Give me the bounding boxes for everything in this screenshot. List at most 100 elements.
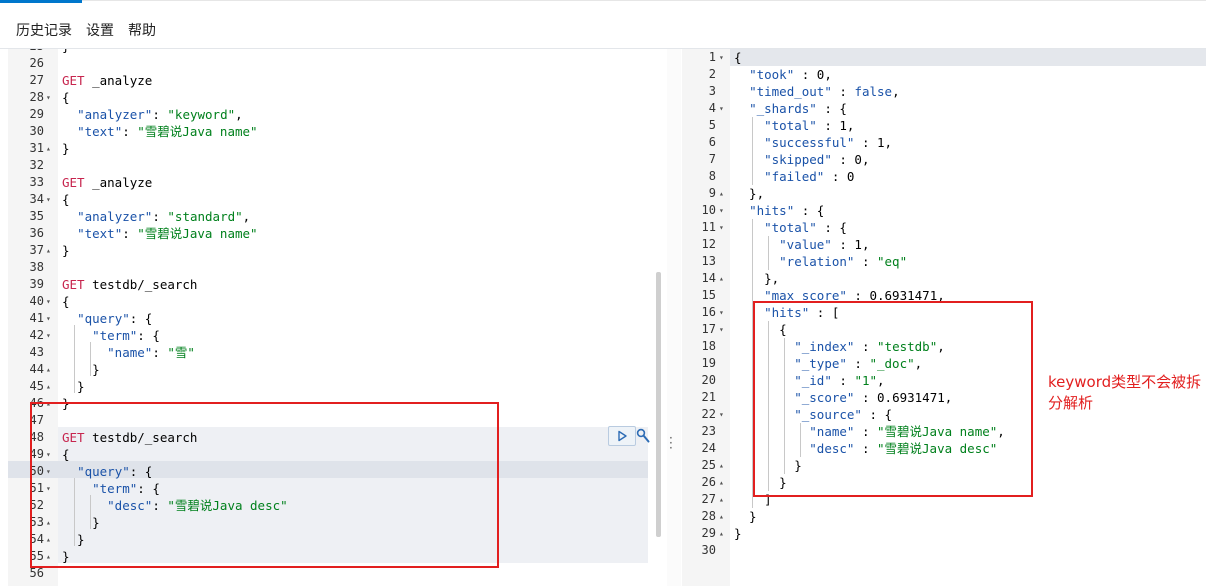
line-number: 44 (29, 362, 44, 376)
code-text: "term": { (92, 328, 160, 343)
indent-guide (74, 325, 75, 393)
response-line: 10 ▾ "hits" : { (682, 202, 1206, 219)
code-text: "skipped" : 0, (764, 152, 870, 167)
line-number: 13 (701, 254, 716, 268)
request-line: 32 (0, 157, 666, 174)
line-number: 11 (701, 220, 716, 234)
line-number: 22 (701, 407, 716, 421)
request-line: 27 GET _analyze (0, 72, 666, 89)
fold-close-icon[interactable]: ▴ (719, 491, 724, 508)
fold-close-icon[interactable]: ▴ (46, 378, 51, 395)
line-number: 34 (29, 192, 44, 206)
fold-close-icon[interactable]: ▴ (719, 185, 724, 202)
fold-open-icon[interactable]: ▾ (46, 327, 51, 344)
top-toolbar: 历史记录 设置 帮助 (0, 0, 1206, 49)
code-text: "analyzer": "standard", (77, 209, 251, 224)
code-text: GET _analyze (62, 175, 153, 190)
line-number: 4 (708, 101, 716, 115)
fold-open-icon[interactable]: ▾ (719, 321, 724, 338)
code-text: { (62, 294, 70, 309)
line-number: 20 (701, 373, 716, 387)
request-line: 33 GET _analyze (0, 174, 666, 191)
fold-open-icon[interactable]: ▾ (719, 100, 724, 117)
fold-close-icon[interactable]: ▴ (719, 525, 724, 542)
line-number: 31 (29, 141, 44, 155)
line-number: 26 (701, 475, 716, 489)
line-number: 17 (701, 322, 716, 336)
line-number: 8 (708, 169, 716, 183)
line-number: 23 (701, 424, 716, 438)
line-number: 25 (701, 458, 716, 472)
code-text: "analyzer": "keyword", (77, 107, 243, 122)
fold-close-icon[interactable]: ▴ (46, 242, 51, 259)
line-number: 38 (29, 260, 44, 274)
request-line: 38 (0, 259, 666, 276)
response-line: 28 ▴ } (682, 508, 1206, 525)
line-number: 21 (701, 390, 716, 404)
line-number: 30 (701, 543, 716, 557)
line-number: 32 (29, 158, 44, 172)
run-request-button[interactable] (608, 426, 636, 446)
response-line: 3 "timed_out" : false, (682, 83, 1206, 100)
response-line: 13 "relation" : "eq" (682, 253, 1206, 270)
code-text: GET _analyze (62, 73, 153, 88)
fold-open-icon[interactable]: ▾ (46, 191, 51, 208)
line-number: 41 (29, 311, 44, 325)
menu-settings[interactable]: 设置 (86, 20, 114, 40)
code-text: } (62, 141, 70, 156)
fold-open-icon[interactable]: ▾ (719, 202, 724, 219)
fold-open-icon[interactable]: ▾ (719, 219, 724, 236)
fold-open-icon[interactable]: ▾ (719, 304, 724, 321)
line-number: 10 (701, 203, 716, 217)
code-text: "took" : 0, (749, 67, 832, 82)
line-number: 35 (29, 209, 44, 223)
request-line: 44 ▴ } (0, 361, 666, 378)
active-tab-indicator (0, 0, 82, 3)
indent-guide (768, 236, 769, 270)
play-icon (618, 430, 627, 442)
code-text: "query": { (77, 311, 153, 326)
line-number: 27 (701, 492, 716, 506)
line-number: 39 (29, 277, 44, 291)
editor-scrollbar[interactable] (656, 272, 661, 537)
request-line: 39 GET testdb/_search (0, 276, 666, 293)
code-text: "text": "雪碧说Java name" (77, 226, 258, 241)
fold-open-icon[interactable]: ▾ (46, 310, 51, 327)
line-number: 28 (29, 90, 44, 104)
fold-close-icon[interactable]: ▴ (719, 457, 724, 474)
line-number: 3 (708, 84, 716, 98)
indent-guide (90, 342, 91, 376)
menu-help[interactable]: 帮助 (128, 20, 156, 40)
pane-resizer[interactable] (667, 49, 681, 586)
response-line: 29 ▴} (682, 525, 1206, 542)
line-number: 9 (708, 186, 716, 200)
request-line: 31 ▴} (0, 140, 666, 157)
fold-close-icon[interactable]: ▴ (46, 361, 51, 378)
fold-open-icon[interactable]: ▾ (719, 406, 724, 423)
code-text: "relation" : "eq" (779, 254, 908, 269)
line-number: 12 (701, 237, 716, 251)
response-line: 11 ▾ "total" : { (682, 219, 1206, 236)
fold-close-icon[interactable]: ▴ (719, 508, 724, 525)
vertical-dots-icon[interactable]: · · · (669, 432, 673, 454)
line-number: 2 (708, 67, 716, 81)
fold-close-icon[interactable]: ▴ (719, 270, 724, 287)
code-text: } (734, 526, 742, 541)
fold-close-icon[interactable]: ▴ (719, 474, 724, 491)
toolbar-border (82, 0, 1206, 1)
code-text: } (734, 509, 757, 524)
line-number: 28 (701, 509, 716, 523)
menu-history[interactable]: 历史记录 (16, 20, 72, 40)
code-text: "hits" : { (749, 203, 825, 218)
fold-open-icon[interactable]: ▾ (46, 293, 51, 310)
code-text: "value" : 1, (779, 237, 870, 252)
request-line: 36 "text": "雪碧说Java name" (0, 225, 666, 242)
response-line: 9 ▴ }, (682, 185, 1206, 202)
fold-open-icon[interactable]: ▾ (46, 89, 51, 106)
line-number: 27 (29, 73, 44, 87)
wrench-icon[interactable] (636, 428, 650, 444)
fold-close-icon[interactable]: ▴ (46, 140, 51, 157)
code-text: "_shards" : { (749, 101, 847, 116)
fold-open-icon[interactable]: ▾ (719, 49, 724, 66)
code-text: "text": "雪碧说Java name" (77, 124, 258, 139)
